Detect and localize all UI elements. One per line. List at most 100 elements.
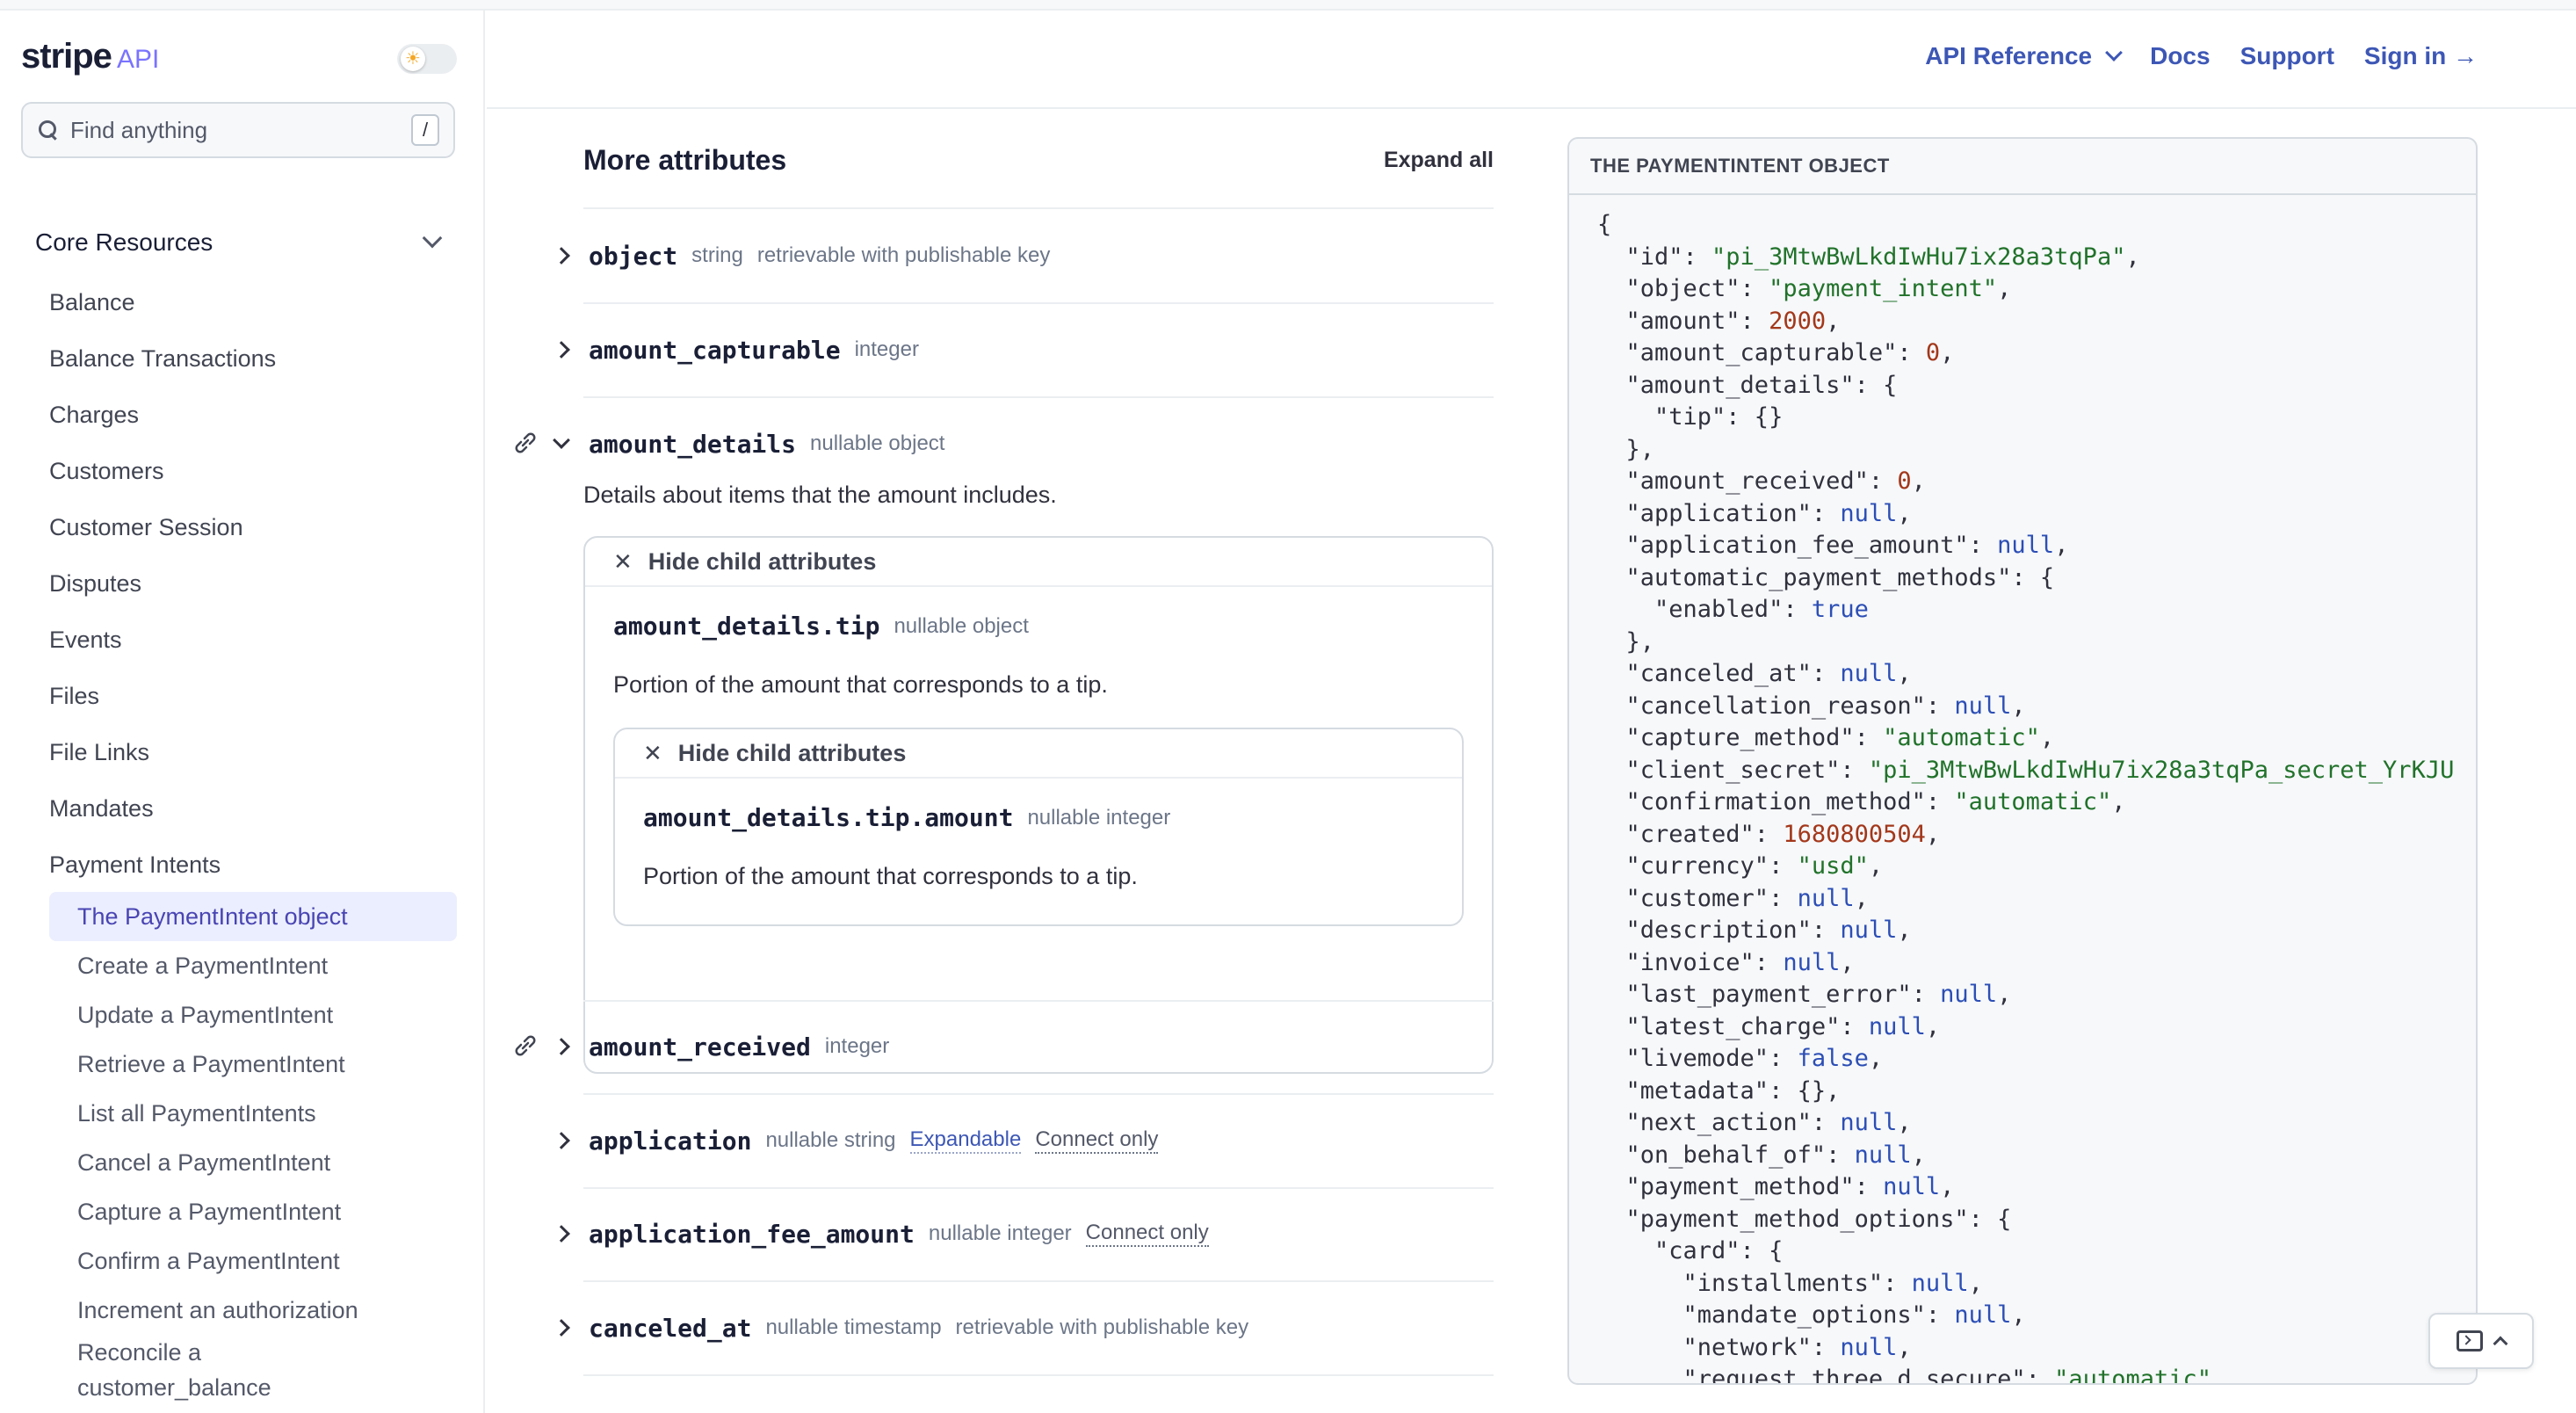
sidebar: stripe API ☀ / Core Resources Balance Ba… [0, 11, 485, 1413]
open-shell-button[interactable] [2428, 1313, 2534, 1369]
attr-application[interactable]: application nullable string Expandable C… [552, 1119, 1159, 1163]
code-token: "canceled_at": [1597, 660, 1841, 687]
code-token: "metadata": {}, [1597, 1076, 1841, 1105]
code-line: "description": null, [1597, 915, 2476, 947]
link-icon[interactable] [513, 1035, 538, 1056]
code-token: }, [1597, 627, 1655, 656]
search-input[interactable] [70, 116, 411, 144]
attr-application-fee-amount[interactable]: application_fee_amount nullable integer … [552, 1212, 1209, 1256]
code-token: null [1840, 917, 1898, 944]
json-code-block[interactable]: { "id": "pi_3MtwBwLkdIwHu7ix28a3tqPa", "… [1569, 195, 2476, 1383]
hide-child-attributes-label: Hide child attributes [648, 547, 877, 575]
code-token: "installments": [1597, 1269, 1912, 1297]
code-token: , [1925, 820, 1941, 848]
sidebar-item-payment-intents[interactable]: Payment Intents [0, 837, 483, 893]
sidebar-item-files[interactable]: Files [0, 668, 483, 724]
attributes-panel: More attributes Expand all object string… [487, 111, 1567, 1413]
code-token: "confirmation_method": [1597, 788, 1955, 815]
code-token: null [1783, 948, 1841, 976]
sidebar-subitem-cancel[interactable]: Cancel a PaymentIntent [0, 1138, 483, 1187]
code-token: , [1997, 981, 2012, 1008]
sidebar-subitem-list-all[interactable]: List all PaymentIntents [0, 1089, 483, 1138]
code-token: "last_payment_error": [1597, 981, 1941, 1008]
code-token: , [1868, 1045, 1884, 1072]
code-token: 0 [1925, 339, 1941, 366]
code-token: , [1897, 499, 1912, 527]
sidebar-section-core-resources[interactable]: Core Resources [35, 225, 448, 260]
sidebar-item-events[interactable]: Events [0, 612, 483, 668]
code-token: null [1868, 1012, 1926, 1040]
code-line: "card": { [1597, 1235, 2476, 1268]
header-docs-link[interactable]: Docs [2150, 42, 2210, 70]
header-api-reference[interactable]: API Reference [1925, 42, 2124, 70]
attr-type: nullable integer [928, 1221, 1072, 1245]
code-token: 2000 [1769, 307, 1827, 335]
sidebar-subitem-confirm[interactable]: Confirm a PaymentIntent [0, 1236, 483, 1286]
code-line: "network": null, [1597, 1332, 2476, 1365]
attr-description: Portion of the amount that corresponds t… [613, 671, 1108, 698]
code-line: "created": 1680800504, [1597, 819, 2476, 851]
chevron-right-icon [553, 1225, 570, 1243]
code-token: "application": [1597, 499, 1841, 527]
code-token: null [1954, 692, 2012, 720]
code-token: false [1797, 1045, 1869, 1072]
connect-only-tag[interactable]: Connect only [1085, 1221, 1209, 1247]
attr-object[interactable]: object string retrievable with publishab… [552, 234, 1050, 278]
sidebar-subitem-increment-authorization[interactable]: Increment an authorization [0, 1286, 483, 1335]
code-token: , [1911, 467, 1926, 495]
code-token: "cancellation_reason": [1597, 692, 1955, 720]
code-line: "installments": null, [1597, 1268, 2476, 1301]
code-line: "client_secret": "pi_3MtwBwLkdIwHu7ix28a… [1597, 755, 2476, 787]
header-support-link[interactable]: Support [2240, 42, 2334, 70]
sidebar-subitem-update[interactable]: Update a PaymentIntent [0, 990, 483, 1040]
header-sign-in-link[interactable]: Sign in → [2364, 42, 2478, 70]
code-token: , [1854, 884, 1869, 912]
sidebar-item-mandates[interactable]: Mandates [0, 780, 483, 837]
sidebar-subitem-reconcile[interactable]: Reconcile a customer_balance PaymentInte… [0, 1335, 387, 1413]
sidebar-item-balance[interactable]: Balance [0, 274, 483, 330]
sidebar-subitem-capture[interactable]: Capture a PaymentIntent [0, 1187, 483, 1236]
code-token: null [1911, 1269, 1969, 1297]
connect-only-tag[interactable]: Connect only [1035, 1127, 1159, 1154]
sidebar-item-balance-transactions[interactable]: Balance Transactions [0, 330, 483, 387]
code-line: "application_fee_amount": null, [1597, 530, 2476, 562]
code-token: , [1940, 339, 1955, 366]
sidebar-subitem-create[interactable]: Create a PaymentIntent [0, 941, 483, 990]
attr-description: Portion of the amount that corresponds t… [643, 863, 1138, 889]
code-line: "automatic_payment_methods": { [1597, 562, 2476, 595]
hide-child-attributes-button[interactable]: ✕ Hide child attributes [615, 729, 1462, 779]
sidebar-subitem-paymentintent-object[interactable]: The PaymentIntent object [49, 892, 457, 941]
attr-meta: retrievable with publishable key [955, 1315, 1249, 1339]
code-token: "on_behalf_of": [1597, 1141, 1855, 1169]
code-line: "amount": 2000, [1597, 306, 2476, 338]
theme-toggle[interactable]: ☀ [397, 44, 457, 74]
code-token: null [1954, 1301, 2012, 1329]
sidebar-item-charges[interactable]: Charges [0, 387, 483, 443]
sidebar-nav: Balance Balance Transactions Charges Cus… [0, 274, 483, 893]
sidebar-item-customers[interactable]: Customers [0, 443, 483, 499]
sidebar-item-file-links[interactable]: File Links [0, 724, 483, 780]
attr-name: amount_details.tip.amount [643, 803, 1014, 832]
attr-amount-details[interactable]: amount_details nullable object [552, 422, 944, 466]
sidebar-item-customer-session[interactable]: Customer Session [0, 499, 483, 555]
link-icon[interactable] [513, 432, 538, 453]
code-token: "amount": [1597, 307, 1769, 335]
stripe-logo[interactable]: stripe API [21, 37, 159, 76]
attr-canceled-at[interactable]: canceled_at nullable timestamp retrievab… [552, 1306, 1248, 1350]
attr-description: Details about items that the amount incl… [583, 482, 1057, 508]
attr-name: amount_capturable [589, 335, 841, 365]
search-shortcut-key: / [411, 114, 439, 146]
close-icon: ✕ [613, 547, 633, 575]
sidebar-subitem-retrieve[interactable]: Retrieve a PaymentIntent [0, 1040, 483, 1089]
expand-all-button[interactable]: Expand all [1384, 148, 1494, 173]
sidebar-item-disputes[interactable]: Disputes [0, 555, 483, 612]
hide-child-attributes-button[interactable]: ✕ Hide child attributes [585, 538, 1492, 587]
code-token: , [1868, 852, 1884, 880]
close-icon: ✕ [643, 739, 662, 766]
attr-amount-capturable[interactable]: amount_capturable integer [552, 328, 919, 372]
divider [583, 1187, 1494, 1189]
expandable-tag[interactable]: Expandable [909, 1127, 1022, 1154]
attr-name: canceled_at [589, 1313, 752, 1343]
search-box[interactable]: / [21, 102, 455, 158]
attr-amount-received[interactable]: amount_received integer [552, 1025, 889, 1069]
